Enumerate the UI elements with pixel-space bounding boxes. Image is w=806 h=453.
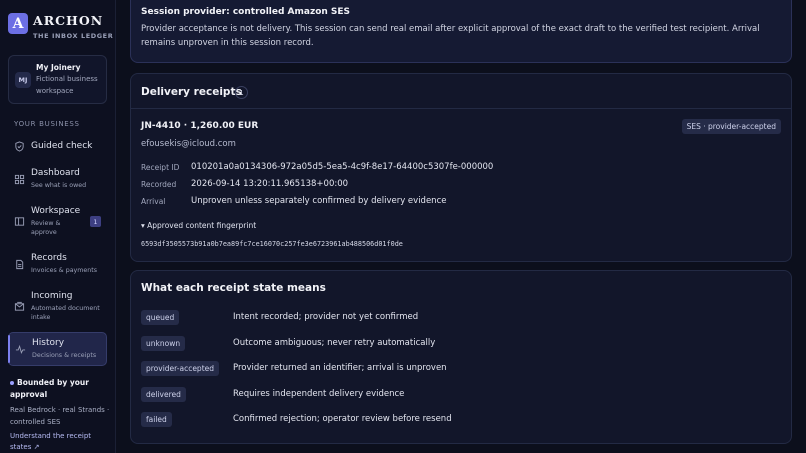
sidebar-item-sub: Invoices & payments [31, 267, 98, 274]
sidebar: A ARCHON THE INBOX LEDGER MJ My Joinery … [0, 0, 116, 453]
state-chip-queued: queued [141, 310, 180, 325]
sidebar-item-label: Guided check [31, 141, 93, 151]
delivery-receipts-card: Delivery receipts 1 JN-4410 · 1,260.00 E… [130, 73, 792, 262]
document-icon [16, 259, 24, 270]
state-description: Outcome ambiguous; never retry automatic… [233, 338, 436, 348]
receipt-id-value: 010201a0a0134306-972a05d5-5ea5-4c9f-8e17… [191, 162, 494, 172]
sidebar-item-label: History [32, 338, 65, 348]
recorded-label: Recorded [141, 180, 177, 189]
pending-count-badge: 1 [90, 216, 101, 227]
activity-icon [15, 344, 26, 354]
sidebar-item-label: Dashboard [31, 168, 80, 178]
state-chip-failed: failed [141, 412, 172, 427]
receipt-states-link[interactable]: Understand the receipt states ↗ [10, 431, 110, 453]
main-content: Session provider: controlled Amazon SES … [116, 0, 806, 453]
archon-logo: A [8, 13, 28, 34]
sidebar-item-label: Incoming [31, 291, 73, 301]
columns-icon [14, 217, 25, 226]
workspace-avatar: MJ [15, 72, 31, 88]
sidebar-item-label: Records [31, 253, 67, 263]
state-chip-provider-accepted: provider-accepted [141, 361, 220, 376]
receipt-heading: JN-4410 · 1,260.00 EUR [141, 121, 259, 131]
approval-note-title: Bounded by your approval [10, 378, 89, 399]
state-description: Provider returned an identifier; arrival… [233, 363, 447, 373]
workspace-switcher[interactable]: MJ My Joinery Fictional business workspa… [8, 55, 107, 104]
state-description: Requires independent delivery evidence [233, 389, 405, 399]
inbox-icon [14, 301, 25, 311]
sidebar-item-incoming[interactable]: Incoming Automated document intake [8, 288, 107, 324]
sidebar-item-guided-check[interactable]: Guided check [8, 138, 107, 156]
sidebar-item-sub: Automated document intake [31, 305, 100, 321]
state-description: Intent recorded; provider not yet confir… [233, 312, 419, 322]
state-description: Confirmed rejection; operator review bef… [233, 414, 452, 424]
arrival-label: Arrival [141, 197, 166, 206]
workspace-description: Fictional business workspace [36, 75, 98, 95]
sidebar-section-label: YOUR BUSINESS [14, 120, 80, 128]
shield-check-icon [15, 141, 24, 152]
sidebar-item-sub: See what is owed [31, 182, 87, 189]
receipt-count-badge: 1 [235, 86, 248, 99]
receipt-states-card: What each receipt state means queued Int… [130, 270, 792, 444]
fingerprint-toggle[interactable]: ▾ Approved content fingerprint [141, 221, 256, 230]
status-dot-icon [10, 381, 14, 385]
brand[interactable]: A ARCHON THE INBOX LEDGER [8, 13, 113, 40]
sidebar-item-records[interactable]: Records Invoices & payments [8, 250, 107, 278]
sidebar-item-dashboard[interactable]: Dashboard See what is owed [8, 165, 107, 193]
delivery-receipts-title: Delivery receipts [141, 86, 242, 98]
provider-notice-text: Provider acceptance is not delivery. Thi… [141, 24, 760, 48]
sidebar-item-sub: Review & approve [31, 220, 61, 236]
sidebar-item-history[interactable]: History Decisions & receipts [8, 332, 107, 366]
brand-subtitle: THE INBOX LEDGER [33, 32, 114, 40]
receipt-status-badge: SES · provider-accepted [681, 119, 781, 134]
fingerprint-value: 6593df3505573b91a0b7ea89fc7ce16070c257fe… [141, 240, 403, 248]
provider-notice-title: Session provider: controlled Amazon SES [141, 7, 351, 17]
arrival-value: Unproven unless separately confirmed by … [191, 196, 447, 206]
sidebar-item-label: Workspace [31, 206, 81, 216]
approval-note: Bounded by your approval Real Bedrock · … [10, 377, 110, 453]
sidebar-item-sub: Decisions & receipts [32, 352, 97, 359]
divider [131, 108, 791, 109]
sidebar-item-workspace[interactable]: Workspace Review & approve 1 [8, 203, 107, 239]
workspace-name: My Joinery [36, 63, 81, 72]
recorded-value: 2026-09-14 13:20:11.965138+00:00 [191, 179, 349, 189]
approval-note-text: Real Bedrock · real Strands · controlled… [10, 406, 110, 426]
grid-icon [14, 174, 25, 185]
receipt-recipient-email: efousekis@icloud.com [141, 139, 236, 149]
state-chip-unknown: unknown [141, 336, 186, 351]
receipt-states-title: What each receipt state means [141, 282, 326, 294]
receipt-id-label: Receipt ID [141, 163, 180, 172]
state-chip-delivered: delivered [141, 387, 186, 402]
brand-name: ARCHON [33, 13, 104, 28]
provider-notice: Session provider: controlled Amazon SES … [130, 0, 792, 63]
